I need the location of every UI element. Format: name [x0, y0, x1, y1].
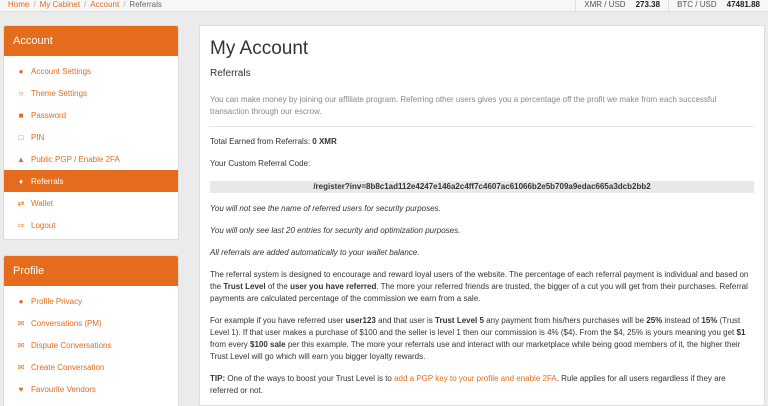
user-icon: ●: [18, 66, 24, 76]
example-text: For example if you have referred user us…: [210, 315, 754, 363]
breadcrumb-separator: /: [84, 0, 87, 9]
unlock-icon: □: [18, 132, 24, 142]
heart-icon: ♥: [18, 384, 24, 394]
breadcrumb-current: Referrals: [129, 0, 162, 9]
note-wallet: All referrals are added automatically to…: [210, 248, 420, 257]
sidebar-item-label: Password: [31, 110, 67, 120]
text-segment: of the: [265, 282, 291, 291]
total-earned: Total Earned from Referrals: 0 XMR: [210, 136, 754, 148]
account-panel-title: Account: [4, 26, 178, 56]
text-bold: Trust Level 5: [435, 316, 484, 325]
rate-label: XMR / USD: [584, 0, 626, 9]
referral-system-text: The referral system is designed to encou…: [210, 269, 754, 305]
sidebar-item-create-conversation[interactable]: ✉ Create Conversation: [4, 356, 178, 378]
sidebar-item-account-settings[interactable]: ● Account Settings: [4, 60, 178, 82]
text-segment: For example if you have referred user: [210, 316, 346, 325]
text-segment: and that user is: [375, 316, 436, 325]
page-subtitle: Referrals: [210, 68, 251, 79]
profile-panel: Profile ● Profile Privacy ✉ Conversations …: [3, 255, 179, 406]
pgp-2fa-link[interactable]: add a PGP key to your profile and enable…: [394, 374, 557, 383]
tip-label: TIP:: [210, 374, 226, 383]
page-title: My Account: [210, 38, 309, 59]
breadcrumb-separator: /: [33, 0, 36, 9]
note-entries: You will only see last 20 entries for se…: [210, 226, 461, 235]
intro-text: You can make money by joining our affili…: [210, 94, 754, 127]
sidebar-item-logout[interactable]: ⇨ Logout: [4, 214, 178, 236]
profile-panel-title: Profile: [4, 256, 178, 286]
text-segment: from every: [210, 340, 251, 349]
text-bold: 25%: [646, 316, 663, 325]
sidebar-item-dispute-conversations[interactable]: ✉ Dispute Conversations: [4, 334, 178, 356]
main-content: My Account Referrals You can make money …: [199, 25, 765, 406]
sidebar-item-pgp[interactable]: ▲ Public PGP / Enable 2FA: [4, 148, 178, 170]
breadcrumb-account-link[interactable]: Account: [90, 0, 119, 9]
sidebar-item-wallet[interactable]: ⇄ Wallet: [4, 192, 178, 214]
breadcrumb-cabinet-link[interactable]: My Cabinet: [40, 0, 80, 9]
sidebar-item-label: Logout: [31, 220, 56, 230]
envelope-icon: ✉: [17, 340, 25, 350]
lightbulb-icon: ○: [18, 88, 24, 98]
total-earned-value: 0 XMR: [312, 137, 337, 146]
text-bold: 15%: [701, 316, 718, 325]
account-panel: Account ● Account Settings ○ Theme Setting…: [3, 25, 179, 240]
sidebar-item-label: Conversations (PM): [31, 318, 102, 328]
text-bold: user123: [345, 316, 376, 325]
sign-out-icon: ⇨: [17, 220, 25, 230]
sidebar-item-label: Account Settings: [31, 66, 92, 76]
sidebar-item-referrals[interactable]: ♦ Referrals: [4, 170, 178, 192]
envelope-icon: ✉: [17, 318, 25, 328]
sidebar-item-pin[interactable]: □ PIN: [4, 126, 178, 148]
btc-rate: BTC / USD 47481.88: [668, 0, 768, 12]
rate-value: 273.38: [635, 0, 661, 9]
text-segment: any payment from his/hers purchases will…: [483, 316, 647, 325]
text-bold: $100 sale: [250, 340, 286, 349]
sidebar-item-favourite-vendors[interactable]: ♥ Favourite Vendors: [4, 378, 178, 400]
rate-value: 47481.88: [726, 0, 760, 9]
exchange-rates: XMR / USD 273.38 BTC / USD 47481.88: [575, 0, 768, 12]
note-security: You will not see the name of referred us…: [210, 204, 441, 213]
sidebar-item-label: Referrals: [31, 176, 64, 186]
sidebar-item-label: Wallet: [31, 198, 53, 208]
text-bold: user you have referred: [290, 282, 377, 291]
sidebar-item-password[interactable]: ■ Password: [4, 104, 178, 126]
sidebar-item-label: Theme Settings: [31, 88, 88, 98]
sidebar-item-label: Create Conversation: [31, 362, 105, 372]
user-secret-icon: ●: [18, 296, 24, 306]
text-segment: One of the ways to boost your Trust Leve…: [225, 374, 395, 383]
breadcrumb-separator: /: [123, 0, 126, 9]
sidebar-item-theme-settings[interactable]: ○ Theme Settings: [4, 82, 178, 104]
sidebar-item-label: PIN: [31, 132, 45, 142]
top-bar: Home / My Cabinet / Account / Referrals XMR / …: [0, 0, 768, 12]
sidebar-item-profile-privacy[interactable]: ● Profile Privacy: [4, 290, 178, 312]
sidebar-item-label: Favourite Vendors: [31, 384, 96, 394]
text-segment: per this example. The more your referral…: [210, 340, 741, 361]
referral-code[interactable]: /register?inv=8b8c1ad112e4247e146a2c4ff7…: [210, 181, 754, 193]
xmr-rate: XMR / USD 273.38: [575, 0, 668, 12]
shield-icon: ▲: [17, 154, 25, 164]
breadcrumb-home-link[interactable]: Home: [8, 0, 29, 9]
breadcrumb: Home / My Cabinet / Account / Referrals: [8, 0, 162, 10]
text-bold: Trust Level: [223, 282, 266, 291]
link-icon: ♦: [18, 176, 24, 186]
tip-text: TIP: One of the ways to boost your Trust…: [210, 373, 754, 397]
sidebar-item-label: Public PGP / Enable 2FA: [31, 154, 120, 164]
rate-label: BTC / USD: [677, 0, 717, 9]
lock-icon: ■: [18, 110, 24, 120]
exchange-icon: ⇄: [17, 198, 25, 208]
text-segment: instead of: [662, 316, 702, 325]
text-bold: $1: [736, 328, 746, 337]
sidebar-item-label: Dispute Conversations: [31, 340, 112, 350]
total-earned-label: Total Earned from Referrals:: [210, 137, 311, 146]
sidebar-item-conversations[interactable]: ✉ Conversations (PM): [4, 312, 178, 334]
referral-code-label: Your Custom Referral Code:: [210, 159, 311, 168]
sidebar-item-label: Profile Privacy: [31, 296, 83, 306]
envelope-icon: ✉: [17, 362, 25, 372]
